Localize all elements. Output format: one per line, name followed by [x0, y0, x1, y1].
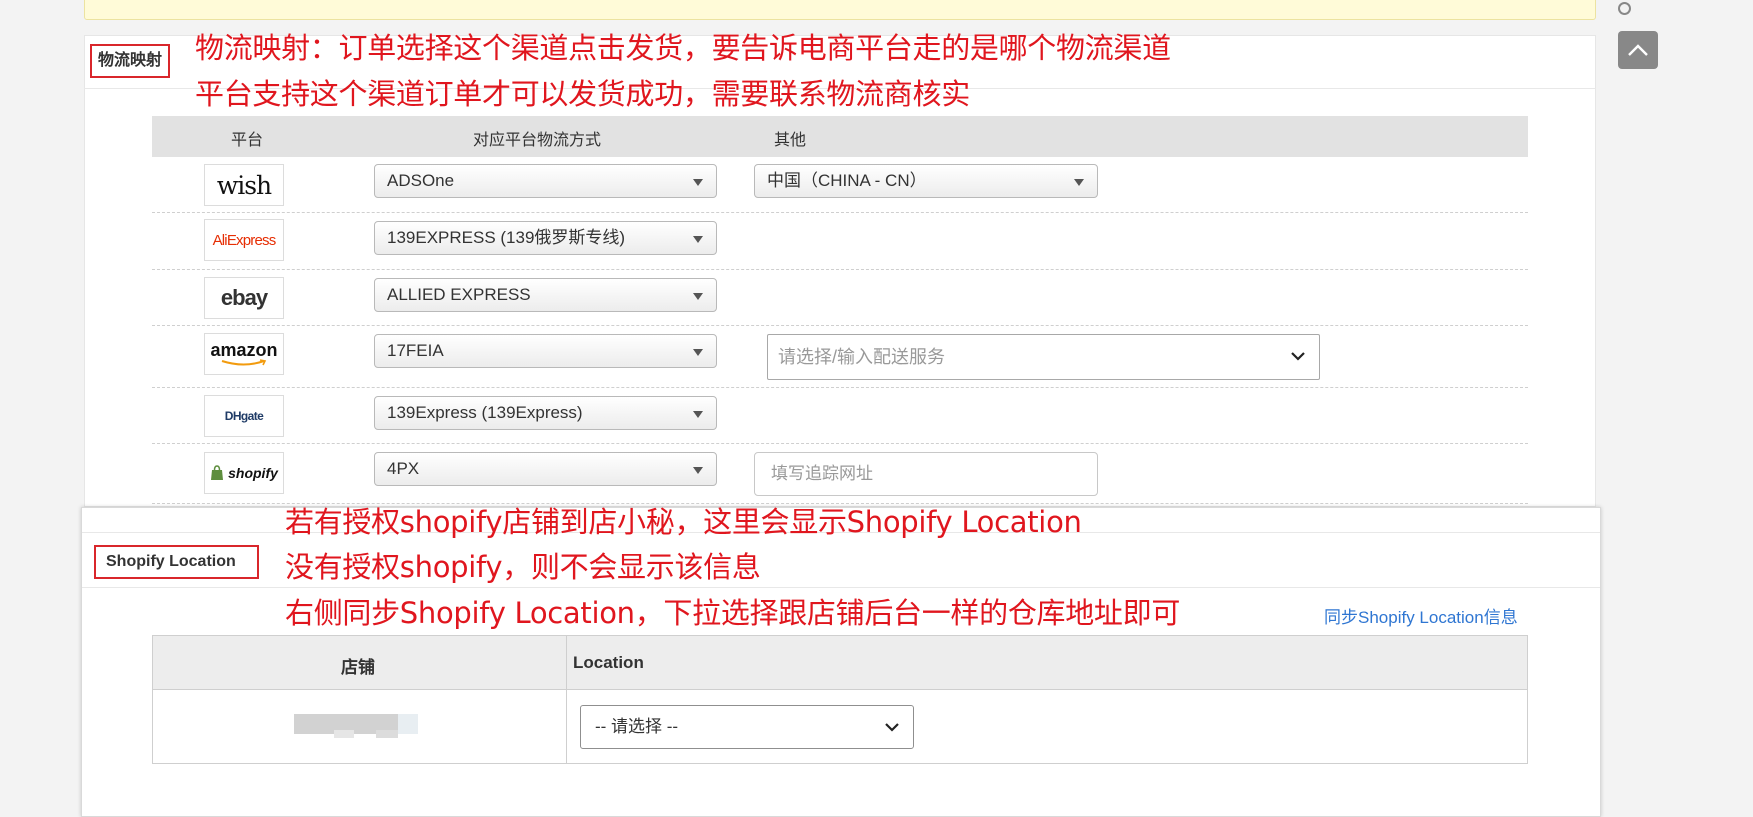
- chevron-down-icon: [885, 723, 899, 732]
- row-divider: [152, 325, 1528, 326]
- row-divider: [152, 387, 1528, 388]
- circle-icon[interactable]: [1618, 2, 1631, 15]
- shopify-location-table: 店铺 Location -- 请选择 --: [152, 635, 1528, 764]
- column-header-method: 对应平台物流方式: [473, 132, 602, 149]
- column-divider: [566, 636, 567, 763]
- shopify-logo: shopify: [204, 452, 284, 494]
- shopify-bag-icon: [211, 465, 224, 480]
- caret-down-icon: [693, 179, 703, 186]
- column-header-other: 其他: [774, 132, 807, 149]
- chevron-down-icon: [1291, 352, 1305, 361]
- shopify-location-title: Shopify Location: [94, 545, 259, 579]
- caret-down-icon: [1074, 179, 1084, 186]
- notice-banner: [84, 0, 1596, 20]
- aliexpress-logo: AliExpress: [204, 219, 284, 261]
- annotation-text: 物流映射：订单选择这个渠道点击发货，要告诉电商平台走的是哪个物流渠道: [195, 31, 1171, 65]
- column-header-platform: 平台: [231, 132, 264, 149]
- caret-down-icon: [693, 293, 703, 300]
- logistics-method-select[interactable]: ALLIED EXPRESS: [374, 278, 717, 312]
- column-header-store: 店铺: [341, 658, 375, 677]
- sync-shopify-location-link[interactable]: 同步Shopify Location信息: [1324, 603, 1518, 628]
- panel-header-divider: [82, 587, 1600, 588]
- store-name-redacted: [294, 714, 418, 740]
- annotation-text: 右侧同步Shopify Location，下拉选择跟店铺后台一样的仓库地址即可: [285, 596, 1181, 630]
- caret-down-icon: [693, 236, 703, 243]
- chevron-up-icon: [1628, 44, 1648, 56]
- dhgate-logo: DHgate: [204, 395, 284, 437]
- logistics-method-select[interactable]: 139Express (139Express): [374, 396, 717, 430]
- location-select[interactable]: -- 请选择 --: [580, 705, 914, 749]
- wish-logo: wish: [204, 164, 284, 206]
- annotation-text: 若有授权shopify店铺到店小秘，这里会显示Shopify Location: [285, 505, 1082, 539]
- tracking-url-input[interactable]: 填写追踪网址: [754, 452, 1098, 496]
- back-to-top-button[interactable]: [1618, 31, 1658, 69]
- caret-down-icon: [693, 467, 703, 474]
- logistics-method-select[interactable]: 17FEIA: [374, 334, 717, 368]
- row-divider: [152, 269, 1528, 270]
- amazon-logo: amazon: [204, 333, 284, 375]
- logistics-method-select[interactable]: 139EXPRESS (139俄罗斯专线): [374, 221, 717, 255]
- country-select[interactable]: 中国（CHINA - CN）: [754, 164, 1098, 198]
- column-header-location: Location: [573, 653, 644, 672]
- row-divider: [152, 212, 1528, 213]
- logistics-method-select[interactable]: ADSOne: [374, 164, 717, 198]
- annotation-text: 没有授权shopify，则不会显示该信息: [285, 550, 761, 584]
- caret-down-icon: [693, 349, 703, 356]
- amazon-smile-icon: [221, 359, 267, 366]
- row-divider: [152, 443, 1528, 444]
- caret-down-icon: [693, 411, 703, 418]
- ebay-logo: ebay: [204, 277, 284, 319]
- logistics-mapping-title: 物流映射: [90, 44, 171, 78]
- delivery-service-select[interactable]: 请选择/输入配送服务: [767, 334, 1320, 380]
- mapping-table-header: [152, 116, 1528, 157]
- annotation-text: 平台支持这个渠道订单才可以发货成功，需要联系物流商核实: [195, 77, 970, 111]
- logistics-method-select[interactable]: 4PX: [374, 452, 717, 486]
